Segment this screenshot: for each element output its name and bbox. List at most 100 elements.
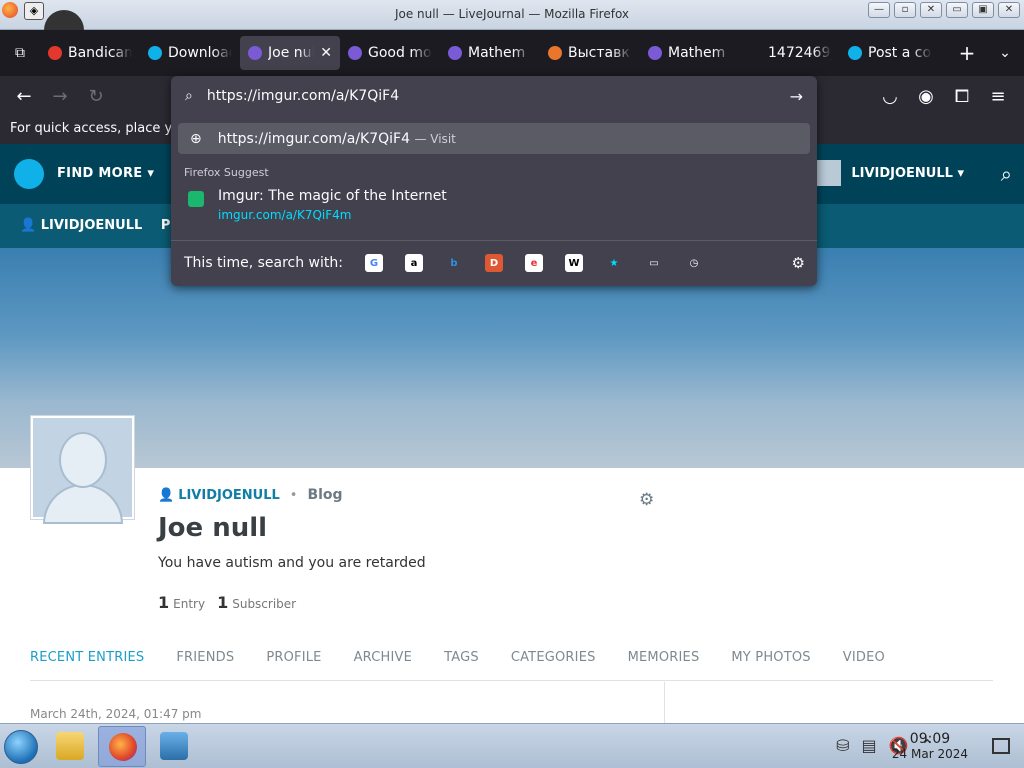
taskbar-control-panel[interactable]: [150, 726, 198, 767]
tabs-icon[interactable]: ▭: [645, 254, 663, 272]
amazon-icon[interactable]: a: [404, 254, 423, 272]
profile-settings-gear-icon[interactable]: ⚙: [639, 490, 654, 510]
subscribers-stat[interactable]: 1 Subscriber: [217, 593, 296, 612]
profile-tab-categories[interactable]: CATEGORIES: [511, 650, 596, 680]
reload-icon: ↻: [88, 85, 104, 107]
tab-label: Выставк: [568, 45, 630, 61]
profile-stats: 1 Entry 1 Subscriber: [158, 593, 296, 612]
hamburger-icon: ≡: [990, 85, 1006, 107]
globe-icon: ⊕: [190, 130, 202, 147]
firefox-icon: [109, 733, 137, 761]
pocket-button[interactable]: ◡: [872, 80, 908, 112]
tab-1[interactable]: Download: [140, 36, 240, 70]
urlbar-visit-result[interactable]: ⊕ https://imgur.com/a/K7QiF4 — Visit: [178, 123, 810, 154]
suggestion-title: Imgur: The magic of the Internet: [218, 188, 447, 204]
profile-tab-recent-entries[interactable]: RECENT ENTRIES: [30, 650, 144, 680]
tab-4[interactable]: Mathem: [440, 36, 540, 70]
urlbar-input[interactable]: https://imgur.com/a/K7QiF4: [207, 88, 399, 104]
suggestion-row[interactable]: Imgur: The magic of the Internet imgur.c…: [188, 188, 447, 222]
app-menu-button[interactable]: ≡: [980, 80, 1016, 112]
tab-3[interactable]: Good mo: [340, 36, 440, 70]
tab-7[interactable]: 1472469_o: [740, 36, 840, 70]
search-settings-gear-icon[interactable]: ⚙: [792, 254, 805, 272]
subnav-user-link[interactable]: 👤 LIVIDJOENULL PO: [20, 218, 181, 233]
profile-username-link[interactable]: LIVIDJOENULL: [178, 488, 280, 503]
close-window-button[interactable]: ✕: [920, 2, 942, 18]
tab-favicon-icon: [448, 46, 462, 60]
profile-tab-friends[interactable]: FRIENDS: [176, 650, 234, 680]
restore-button[interactable]: ▫: [894, 2, 916, 18]
entries-stat[interactable]: 1 Entry: [158, 593, 205, 612]
visit-label: Visit: [430, 131, 456, 146]
profile-user-line: 👤 LIVIDJOENULL • Blog: [158, 487, 343, 503]
tab-label: Bandicam: [68, 45, 132, 61]
google-icon[interactable]: G: [364, 254, 383, 272]
avatar-body-shape: [43, 484, 123, 524]
find-more-label: FIND MORE: [57, 166, 143, 181]
tab-5[interactable]: Выставк: [540, 36, 640, 70]
profile-tab-video[interactable]: VIDEO: [843, 650, 885, 680]
firefox-view-button[interactable]: ⧉: [0, 30, 40, 76]
profile-tab-my-photos[interactable]: MY PHOTOS: [731, 650, 810, 680]
start-button[interactable]: [4, 730, 38, 764]
urlbar-input-row[interactable]: ⌕ https://imgur.com/a/K7QiF4 →: [171, 76, 817, 116]
profile-tab-archive[interactable]: ARCHIVE: [354, 650, 412, 680]
bookmarks-hint-text: For quick access, place y: [10, 121, 173, 136]
profile-tab-profile[interactable]: PROFILE: [266, 650, 321, 680]
go-arrow-icon[interactable]: →: [790, 87, 803, 106]
list-all-tabs-button[interactable]: ⌄: [986, 45, 1024, 61]
tab-strip: ⧉ Bandicam Download Joe null ✕ Good mo Mathem…: [0, 30, 1024, 76]
firefox-view-icon: ⧉: [15, 45, 25, 61]
suggestion-url: imgur.com/a/K7QiF4m: [218, 208, 352, 222]
taskbar-firefox[interactable]: [98, 726, 146, 767]
reload-button[interactable]: ↻: [78, 80, 114, 112]
profile-avatar[interactable]: [31, 416, 134, 524]
close-tab-icon[interactable]: ✕: [320, 45, 332, 61]
account-button[interactable]: ◉: [908, 80, 944, 112]
tab-8[interactable]: Post a co: [840, 36, 940, 70]
forward-button[interactable]: →: [42, 80, 78, 112]
show-desktop-button[interactable]: [992, 738, 1010, 754]
ebay-icon[interactable]: e: [524, 254, 543, 272]
taskbar-clock[interactable]: 09:09 24 Mar 2024: [892, 731, 968, 761]
user-avatar[interactable]: [815, 160, 841, 186]
bing-icon[interactable]: b: [445, 254, 463, 272]
clock-time: 09:09: [909, 731, 951, 747]
tab-6[interactable]: Mathem: [640, 36, 740, 70]
profile-bio: You have autism and you are retarded: [158, 555, 426, 571]
tab-0[interactable]: Bandicam: [40, 36, 140, 70]
find-more-menu[interactable]: FIND MORE ▾: [57, 166, 154, 181]
visit-separator: —: [414, 131, 431, 146]
chevron-down-icon: ⌄: [999, 45, 1011, 61]
urlbar-dropdown: ⌕ https://imgur.com/a/K7QiF4 → ⊕ https:/…: [171, 76, 817, 286]
network-icon[interactable]: ⛁: [836, 736, 849, 755]
window-title-text: Joe null — LiveJournal — Mozilla Firefox: [394, 7, 630, 21]
minimize-button[interactable]: —: [868, 2, 890, 18]
minimize-button-2[interactable]: ▭: [946, 2, 968, 18]
extensions-button[interactable]: ⧠: [944, 80, 980, 112]
avatar-head-shape: [59, 432, 107, 488]
clipboard-icon[interactable]: ▤: [862, 736, 877, 755]
history-clock-icon[interactable]: ◷: [685, 254, 703, 272]
entries-label: Entry: [173, 597, 206, 611]
maximize-button-2[interactable]: ▣: [972, 2, 994, 18]
arrow-left-icon: ←: [16, 85, 32, 107]
duckduckgo-icon[interactable]: D: [484, 254, 503, 272]
user-menu-label: LIVIDJOENULL: [851, 166, 953, 181]
tab-2[interactable]: Joe null ✕: [240, 36, 340, 70]
close-window-button-2[interactable]: ✕: [998, 2, 1020, 18]
lj-search-icon[interactable]: ⌕: [1001, 162, 1012, 186]
bookmarks-star-icon[interactable]: ★: [605, 254, 623, 272]
user-icon: 👤: [158, 487, 175, 503]
pocket-icon: ◡: [882, 85, 898, 107]
profile-tab-memories[interactable]: MEMORIES: [628, 650, 700, 680]
new-tab-button[interactable]: +: [948, 41, 986, 65]
wikipedia-icon[interactable]: W: [564, 254, 583, 272]
user-menu[interactable]: LIVIDJOENULL ▾: [851, 166, 964, 181]
tab-favicon-icon: [548, 46, 562, 60]
lj-logo-icon[interactable]: [14, 159, 44, 189]
profile-tab-tags[interactable]: TAGS: [444, 650, 479, 680]
toolbar-right: ◡ ◉ ⧠ ≡: [872, 80, 1016, 112]
back-button[interactable]: ←: [6, 80, 42, 112]
taskbar-file-manager[interactable]: [46, 726, 94, 767]
